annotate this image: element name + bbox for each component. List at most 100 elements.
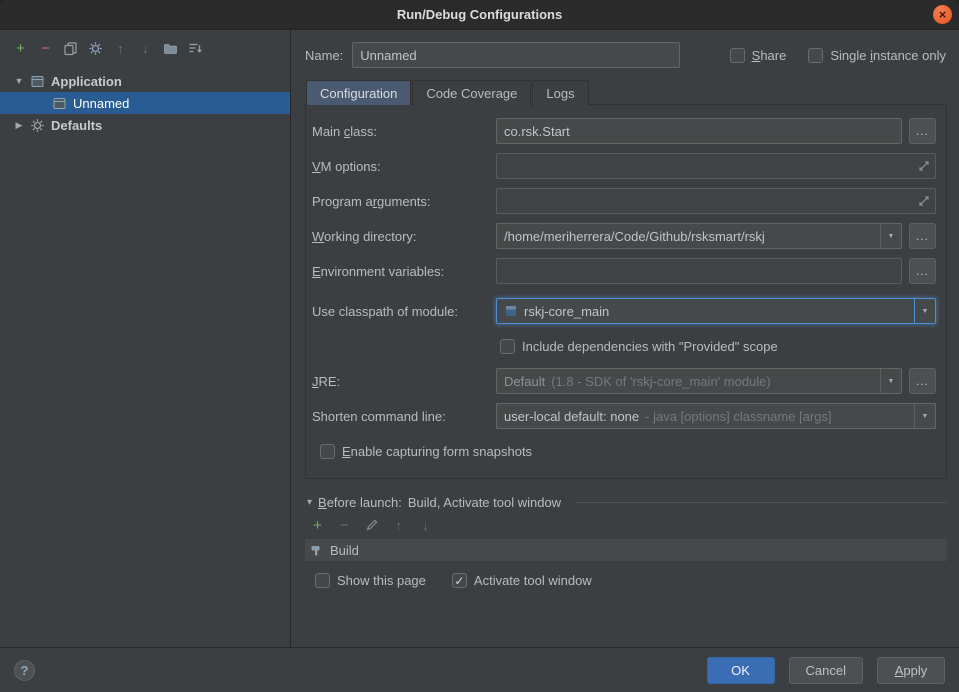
capture-snapshots-row: Enable capturing form snapshots bbox=[308, 438, 936, 464]
edit-task-icon[interactable] bbox=[359, 514, 384, 536]
move-task-up-icon[interactable]: ↑ bbox=[386, 514, 411, 536]
application-icon bbox=[52, 96, 67, 111]
jre-value: Default bbox=[504, 374, 545, 389]
environment-variables-input[interactable] bbox=[496, 258, 902, 284]
apply-button[interactable]: Apply bbox=[877, 657, 945, 684]
tab-configuration[interactable]: Configuration bbox=[306, 80, 411, 105]
share-label: Share bbox=[752, 48, 787, 63]
checkbox[interactable] bbox=[315, 573, 330, 588]
cancel-button[interactable]: Cancel bbox=[789, 657, 863, 684]
program-arguments-input[interactable] bbox=[496, 188, 936, 214]
sidebar-toolbar: + − ↑ ↓ bbox=[0, 30, 290, 66]
activate-tool-window-checkbox[interactable]: ✓ Activate tool window bbox=[452, 573, 592, 588]
checkbox[interactable] bbox=[730, 48, 745, 63]
main-class-input[interactable] bbox=[496, 118, 902, 144]
gear-icon bbox=[30, 118, 45, 133]
name-label: Name: bbox=[305, 48, 343, 63]
expand-field-icon[interactable] bbox=[918, 160, 930, 172]
configurations-tree: ▼ Application Unnamed ▶ bbox=[0, 66, 290, 647]
browse-environment-variables-button[interactable]: ... bbox=[909, 258, 936, 284]
build-icon bbox=[310, 543, 324, 557]
collapse-section-icon[interactable]: ▾ bbox=[307, 497, 312, 508]
browse-jre-button[interactable]: ... bbox=[909, 368, 936, 394]
create-folder-icon[interactable] bbox=[158, 37, 183, 59]
add-configuration-icon[interactable]: + bbox=[8, 37, 33, 59]
share-checkbox[interactable]: Share bbox=[730, 48, 787, 63]
ok-button[interactable]: OK bbox=[707, 657, 775, 684]
help-button[interactable]: ? bbox=[14, 660, 35, 681]
activate-tool-window-label: Activate tool window bbox=[474, 573, 592, 588]
capture-snapshots-label: Enable capturing form snapshots bbox=[342, 444, 532, 459]
checkbox[interactable] bbox=[808, 48, 823, 63]
copy-configuration-icon[interactable] bbox=[58, 37, 83, 59]
program-arguments-row: Program arguments: bbox=[308, 188, 936, 214]
close-button[interactable]: × bbox=[933, 5, 952, 24]
add-task-icon[interactable]: + bbox=[305, 514, 330, 536]
run-debug-configurations-dialog: Run/Debug Configurations × + − bbox=[0, 0, 959, 692]
move-down-icon[interactable]: ↓ bbox=[133, 37, 158, 59]
single-instance-label: Single instance only bbox=[830, 48, 946, 63]
task-label: Build bbox=[330, 543, 359, 558]
dropdown-arrow-icon[interactable]: ▼ bbox=[880, 369, 901, 393]
before-launch-header[interactable]: ▾ Before launch: Build, Activate tool wi… bbox=[305, 495, 947, 510]
main-class-label: Main class: bbox=[308, 124, 496, 139]
tree-item-unnamed[interactable]: Unnamed bbox=[0, 92, 290, 114]
move-task-down-icon[interactable]: ↓ bbox=[413, 514, 438, 536]
task-build[interactable]: Build bbox=[305, 539, 947, 561]
jre-combobox[interactable]: Default (1.8 - SDK of 'rskj-core_main' m… bbox=[496, 368, 902, 394]
show-this-page-label: Show this page bbox=[337, 573, 426, 588]
remove-task-icon[interactable]: − bbox=[332, 514, 357, 536]
single-instance-checkbox[interactable]: Single instance only bbox=[808, 48, 946, 63]
before-launch-options: Show this page ✓ Activate tool window bbox=[305, 573, 947, 588]
before-launch-title: Before launch: bbox=[318, 495, 402, 510]
capture-snapshots-checkbox[interactable]: Enable capturing form snapshots bbox=[320, 444, 532, 459]
name-input[interactable] bbox=[352, 42, 680, 68]
dialog-footer: ? OK Cancel Apply bbox=[0, 647, 959, 692]
browse-main-class-button[interactable]: ... bbox=[909, 118, 936, 144]
gear-icon bbox=[88, 41, 103, 56]
dropdown-arrow-icon[interactable]: ▼ bbox=[914, 404, 935, 428]
checkbox[interactable] bbox=[320, 444, 335, 459]
before-launch-task-list: Build bbox=[305, 539, 947, 561]
shorten-command-line-combobox[interactable]: user-local default: none - java [options… bbox=[496, 403, 936, 429]
remove-configuration-icon[interactable]: − bbox=[33, 37, 58, 59]
include-provided-checkbox[interactable]: Include dependencies with "Provided" sco… bbox=[500, 339, 778, 354]
vm-options-input[interactable] bbox=[496, 153, 936, 179]
checkbox[interactable] bbox=[500, 339, 515, 354]
shorten-command-line-row: Shorten command line: user-local default… bbox=[308, 403, 936, 429]
pencil-icon bbox=[365, 518, 379, 532]
editor-tabs: Configuration Code Coverage Logs bbox=[305, 80, 947, 105]
dropdown-arrow-icon[interactable]: ▼ bbox=[914, 299, 935, 323]
help-icon: ? bbox=[21, 663, 29, 678]
move-up-icon[interactable]: ↑ bbox=[108, 37, 133, 59]
program-arguments-label: Program arguments: bbox=[308, 194, 496, 209]
edit-templates-icon[interactable] bbox=[83, 37, 108, 59]
configurations-sidebar: + − ↑ ↓ bbox=[0, 30, 291, 647]
jre-row: JRE: Default (1.8 - SDK of 'rskj-core_ma… bbox=[308, 368, 936, 394]
shorten-value-detail: - java [options] classname [args] bbox=[645, 409, 831, 424]
tab-code-coverage[interactable]: Code Coverage bbox=[412, 80, 531, 105]
module-combobox[interactable]: rskj-core_main ▼ bbox=[496, 298, 936, 324]
working-directory-label: Working directory: bbox=[308, 229, 496, 244]
browse-working-directory-button[interactable]: ... bbox=[909, 223, 936, 249]
expand-field-icon[interactable] bbox=[918, 195, 930, 207]
collapsed-arrow-icon[interactable]: ▶ bbox=[14, 120, 24, 131]
checkbox-checked[interactable]: ✓ bbox=[452, 573, 467, 588]
window-titlebar[interactable]: Run/Debug Configurations × bbox=[0, 0, 959, 30]
tree-item-application[interactable]: ▼ Application bbox=[0, 70, 290, 92]
sort-configurations-icon[interactable] bbox=[183, 37, 208, 59]
tab-logs[interactable]: Logs bbox=[532, 80, 588, 105]
environment-variables-label: Environment variables: bbox=[308, 264, 496, 279]
tree-item-defaults[interactable]: ▶ Defaults bbox=[0, 114, 290, 136]
expanded-arrow-icon[interactable]: ▼ bbox=[14, 76, 24, 86]
show-this-page-checkbox[interactable]: Show this page bbox=[315, 573, 426, 588]
jre-label: JRE: bbox=[308, 374, 496, 389]
include-provided-row: Include dependencies with "Provided" sco… bbox=[308, 333, 936, 359]
tree-item-label: Defaults bbox=[51, 118, 102, 133]
tree-item-label: Unnamed bbox=[73, 96, 129, 111]
dropdown-arrow-icon[interactable]: ▼ bbox=[880, 224, 901, 248]
working-directory-combobox[interactable]: /home/meriherrera/Code/Github/rsksmart/r… bbox=[496, 223, 902, 249]
shorten-command-line-label: Shorten command line: bbox=[308, 409, 496, 424]
environment-variables-row: Environment variables: ... bbox=[308, 258, 936, 284]
main-class-row: Main class: ... bbox=[308, 118, 936, 144]
